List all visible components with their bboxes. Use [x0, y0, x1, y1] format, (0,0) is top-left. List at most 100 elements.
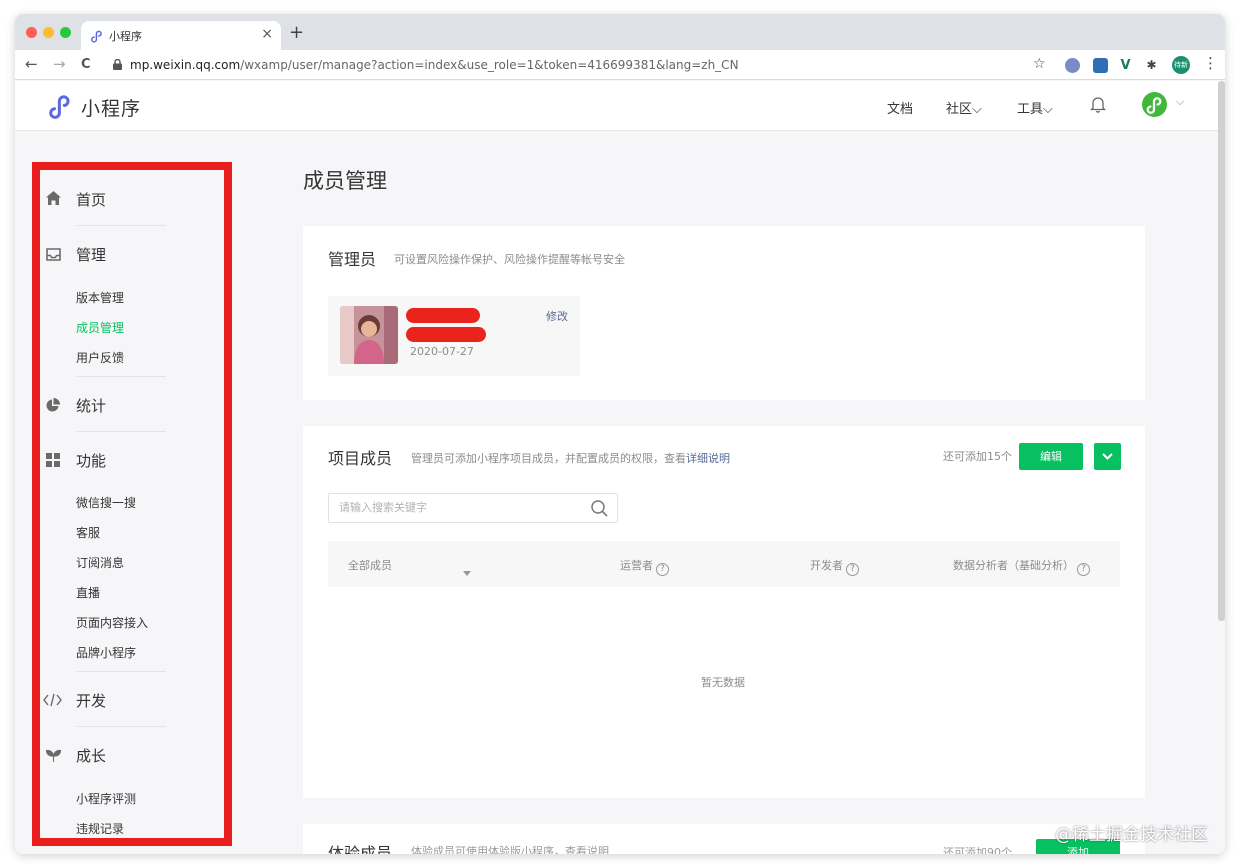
- help-icon[interactable]: ?: [656, 563, 669, 576]
- sidebar-item-label: 直播: [76, 586, 101, 600]
- divider: [76, 376, 166, 377]
- grid-icon: [46, 453, 60, 471]
- chevron-down-icon[interactable]: ⌵: [1176, 95, 1184, 109]
- sidebar-item-manage[interactable]: 管理: [40, 244, 220, 266]
- sidebar-item-label: 客服: [76, 526, 101, 540]
- logo-text: 小程序: [81, 98, 142, 120]
- members-card: 项目成员 管理员可添加小程序项目成员，并配置成员的权限，查看详细说明 还可添加1…: [303, 426, 1145, 798]
- help-icon[interactable]: ?: [1077, 563, 1090, 576]
- zoom-window-button[interactable]: [60, 27, 71, 38]
- remaining-count: 还可添加15个: [943, 450, 1012, 463]
- column-label: 运营者: [620, 559, 653, 572]
- sidebar-item-label: 页面内容接入: [76, 616, 149, 630]
- account-avatar[interactable]: [1142, 92, 1167, 117]
- sidebar: 首页 管理 版本管理 成员管理 用户反馈 统计 功能 微信搜一搜 客服 订阅消息…: [32, 162, 232, 846]
- help-icon[interactable]: ?: [846, 563, 859, 576]
- search-icon[interactable]: [591, 500, 608, 521]
- column-all-members[interactable]: 全部成员: [348, 557, 392, 573]
- code-icon: [43, 693, 62, 711]
- divider: [76, 431, 166, 432]
- column-label: 全部成员: [348, 559, 392, 572]
- sidebar-item-label: 成员管理: [76, 321, 125, 335]
- members-card-desc: 管理员可添加小程序项目成员，并配置成员的权限，查看详细说明: [411, 450, 730, 466]
- search-input[interactable]: [339, 501, 589, 514]
- tab-bar: 小程序 × +: [15, 14, 1225, 50]
- nav-docs[interactable]: 文档: [887, 98, 913, 117]
- pie-chart-icon: [46, 398, 60, 416]
- app-header: 小程序 文档 社区⌵ 工具⌵ ⌵: [15, 81, 1225, 131]
- extension-2-icon[interactable]: [1093, 58, 1108, 73]
- sidebar-item-label: 功能: [76, 452, 107, 470]
- edit-members-button[interactable]: 编辑: [1019, 443, 1083, 470]
- bookmark-star-icon[interactable]: ☆: [1033, 56, 1046, 72]
- browser-menu-icon[interactable]: ⋮: [1203, 54, 1218, 72]
- divider: [76, 671, 166, 672]
- member-search[interactable]: [328, 493, 618, 523]
- tab-title: 小程序: [109, 30, 142, 43]
- address-bar[interactable]: mp.weixin.qq.com/wxamp/user/manage?actio…: [113, 55, 1063, 76]
- close-window-button[interactable]: [26, 27, 37, 38]
- empty-state: 暂无数据: [701, 676, 745, 689]
- browser-tab[interactable]: 小程序 ×: [81, 21, 281, 50]
- column-label: 开发者: [810, 559, 843, 572]
- profile-avatar[interactable]: 待新: [1172, 56, 1190, 74]
- trial-remaining-count: 还可添加90个: [943, 846, 1012, 854]
- browser-window: 小程序 × + ← → C mp.weixin.qq.com/wxamp/use…: [15, 14, 1225, 854]
- sidebar-item-label: 小程序评测: [76, 792, 137, 806]
- sidebar-item-label: 微信搜一搜: [76, 496, 137, 510]
- sidebar-item-home[interactable]: 首页: [40, 189, 220, 211]
- admin-card-desc: 可设置风险操作保护、风险操作提醒等帐号安全: [394, 253, 625, 266]
- back-button[interactable]: ←: [25, 55, 38, 73]
- inbox-icon: [46, 247, 61, 265]
- browser-toolbar: ← → C mp.weixin.qq.com/wxamp/user/manage…: [15, 50, 1225, 80]
- extensions-puzzle-icon[interactable]: ✱: [1144, 58, 1159, 73]
- members-dropdown-button[interactable]: [1094, 443, 1121, 470]
- sidebar-item-label: 成长: [76, 747, 107, 765]
- redacted-id: [406, 327, 486, 342]
- sprout-icon: [45, 748, 62, 766]
- admin-card: 管理员 可设置风险操作保护、风险操作提醒等帐号安全 2020-07-27 修改: [303, 226, 1145, 400]
- sidebar-item-develop[interactable]: 开发: [40, 690, 220, 712]
- sidebar-item-label: 首页: [76, 191, 107, 209]
- sidebar-item-label: 违规记录: [76, 822, 125, 836]
- sidebar-item-label: 统计: [76, 397, 107, 415]
- sidebar-item-label: 管理: [76, 246, 107, 264]
- sidebar-item-features[interactable]: 功能: [40, 450, 220, 472]
- admin-edit-link[interactable]: 修改: [546, 308, 568, 324]
- nav-tools[interactable]: 工具⌵: [1017, 98, 1053, 117]
- forward-button[interactable]: →: [53, 55, 66, 73]
- miniprogram-logo-icon[interactable]: [48, 93, 74, 123]
- divider: [76, 225, 166, 226]
- caret-down-icon[interactable]: [463, 561, 471, 580]
- admin-date: 2020-07-27: [410, 345, 474, 358]
- sidebar-item-label: 订阅消息: [76, 556, 125, 570]
- members-table-header: 全部成员 运营者? 开发者? 数据分析者（基础分析）?: [328, 541, 1120, 587]
- column-developer: 开发者?: [810, 557, 859, 576]
- minimize-window-button[interactable]: [43, 27, 54, 38]
- members-card-title: 项目成员: [328, 449, 393, 468]
- reload-button[interactable]: C: [81, 57, 91, 72]
- redacted-name: [406, 308, 480, 323]
- miniprogram-logo-icon: [90, 28, 104, 47]
- column-label: 数据分析者（基础分析）: [953, 559, 1074, 572]
- tab-close-icon[interactable]: ×: [261, 26, 273, 42]
- extension-3-icon[interactable]: V: [1118, 58, 1133, 73]
- url-host: mp.weixin.qq.com: [130, 58, 241, 72]
- members-desc-text: 管理员可添加小程序项目成员，并配置成员的权限，查看: [411, 452, 686, 465]
- admin-avatar: [340, 306, 398, 364]
- bell-icon[interactable]: [1089, 95, 1107, 117]
- new-tab-button[interactable]: +: [289, 22, 304, 43]
- divider: [76, 726, 166, 727]
- scrollbar[interactable]: [1218, 81, 1225, 621]
- details-link[interactable]: 详细说明: [686, 452, 730, 465]
- trial-members-card: 体验成员 体验成员可使用体验版小程序，查看说明 还可添加90个 添加: [303, 824, 1145, 854]
- page-title: 成员管理: [303, 169, 387, 193]
- sidebar-item-stats[interactable]: 统计: [40, 395, 220, 417]
- extension-1-icon[interactable]: [1065, 58, 1080, 73]
- trial-card-desc: 体验成员可使用体验版小程序，查看说明: [411, 845, 609, 854]
- nav-community[interactable]: 社区⌵: [946, 98, 982, 117]
- sidebar-item-growth[interactable]: 成长: [40, 745, 220, 767]
- admin-card-title: 管理员: [328, 250, 377, 269]
- sidebar-item-label: 品牌小程序: [76, 646, 137, 660]
- url-path: /wxamp/user/manage?action=index&use_role…: [240, 58, 739, 72]
